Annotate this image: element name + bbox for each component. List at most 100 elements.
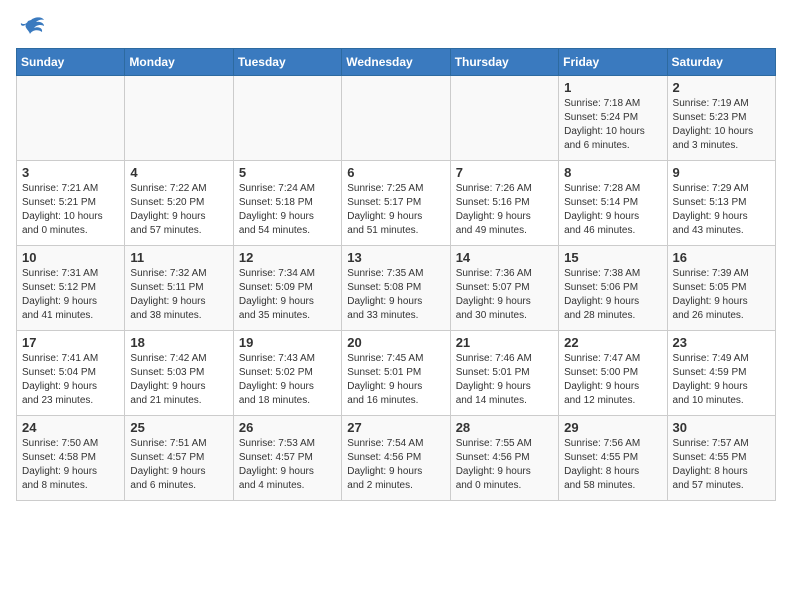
day-number: 23 — [673, 335, 770, 350]
day-info: Sunrise: 7:34 AM Sunset: 5:09 PM Dayligh… — [239, 267, 336, 323]
day-number: 12 — [239, 250, 336, 265]
calendar-cell: 13 Sunrise: 7:35 AM Sunset: 5:08 PM Dayli… — [342, 246, 450, 331]
day-info: Sunrise: 7:41 AM Sunset: 5:04 PM Dayligh… — [22, 352, 119, 408]
logo-icon — [16, 16, 46, 40]
day-number: 20 — [347, 335, 444, 350]
calendar-cell: 14 Sunrise: 7:36 AM Sunset: 5:07 PM Dayli… — [450, 246, 558, 331]
calendar-cell: 10Sunrise: 7:31 AM Sunset: 5:12 PM Dayli… — [17, 246, 125, 331]
calendar-cell: 21Sunrise: 7:46 AM Sunset: 5:01 PM Dayli… — [450, 331, 558, 416]
calendar-cell: 18 Sunrise: 7:42 AM Sunset: 5:03 PM Dayli… — [125, 331, 233, 416]
day-info: Sunrise: 7:47 AM Sunset: 5:00 PM Dayligh… — [564, 352, 661, 408]
calendar-cell: 20 Sunrise: 7:45 AM Sunset: 5:01 PM Dayli… — [342, 331, 450, 416]
calendar-cell: 19 Sunrise: 7:43 AM Sunset: 5:02 PM Dayli… — [233, 331, 341, 416]
day-info: Sunrise: 7:21 AM Sunset: 5:21 PM Dayligh… — [22, 182, 119, 238]
calendar-body: 1 Sunrise: 7:18 AM Sunset: 5:24 PM Daylig… — [17, 76, 776, 501]
calendar-header: SundayMondayTuesdayWednesdayThursdayFrid… — [17, 49, 776, 76]
day-info: Sunrise: 7:18 AM Sunset: 5:24 PM Dayligh… — [564, 97, 661, 153]
weekday-header: Monday — [125, 49, 233, 76]
day-number: 6 — [347, 165, 444, 180]
day-number: 18 — [130, 335, 227, 350]
day-number: 30 — [673, 420, 770, 435]
calendar-cell: 28 Sunrise: 7:55 AM Sunset: 4:56 PM Dayli… — [450, 416, 558, 501]
day-info: Sunrise: 7:56 AM Sunset: 4:55 PM Dayligh… — [564, 437, 661, 493]
calendar-cell: 9 Sunrise: 7:29 AM Sunset: 5:13 PM Daylig… — [667, 161, 775, 246]
day-number: 17 — [22, 335, 119, 350]
calendar-cell: 8 Sunrise: 7:28 AM Sunset: 5:14 PM Daylig… — [559, 161, 667, 246]
calendar-cell: 25 Sunrise: 7:51 AM Sunset: 4:57 PM Dayli… — [125, 416, 233, 501]
day-number: 25 — [130, 420, 227, 435]
day-info: Sunrise: 7:22 AM Sunset: 5:20 PM Dayligh… — [130, 182, 227, 238]
calendar-cell: 7 Sunrise: 7:26 AM Sunset: 5:16 PM Daylig… — [450, 161, 558, 246]
day-number: 22 — [564, 335, 661, 350]
calendar-cell — [125, 76, 233, 161]
calendar-week-row: 3 Sunrise: 7:21 AM Sunset: 5:21 PM Daylig… — [17, 161, 776, 246]
day-info: Sunrise: 7:24 AM Sunset: 5:18 PM Dayligh… — [239, 182, 336, 238]
day-info: Sunrise: 7:43 AM Sunset: 5:02 PM Dayligh… — [239, 352, 336, 408]
calendar-cell: 29 Sunrise: 7:56 AM Sunset: 4:55 PM Dayli… — [559, 416, 667, 501]
day-number: 1 — [564, 80, 661, 95]
day-number: 14 — [456, 250, 553, 265]
day-number: 3 — [22, 165, 119, 180]
day-number: 5 — [239, 165, 336, 180]
calendar-week-row: 24 Sunrise: 7:50 AM Sunset: 4:58 PM Dayli… — [17, 416, 776, 501]
day-info: Sunrise: 7:29 AM Sunset: 5:13 PM Dayligh… — [673, 182, 770, 238]
calendar-cell — [233, 76, 341, 161]
day-info: Sunrise: 7:54 AM Sunset: 4:56 PM Dayligh… — [347, 437, 444, 493]
calendar-cell: 5 Sunrise: 7:24 AM Sunset: 5:18 PM Daylig… — [233, 161, 341, 246]
day-info: Sunrise: 7:51 AM Sunset: 4:57 PM Dayligh… — [130, 437, 227, 493]
calendar-cell — [342, 76, 450, 161]
calendar-cell: 17 Sunrise: 7:41 AM Sunset: 5:04 PM Dayli… — [17, 331, 125, 416]
day-info: Sunrise: 7:50 AM Sunset: 4:58 PM Dayligh… — [22, 437, 119, 493]
day-info: Sunrise: 7:45 AM Sunset: 5:01 PM Dayligh… — [347, 352, 444, 408]
day-number: 7 — [456, 165, 553, 180]
weekday-header: Thursday — [450, 49, 558, 76]
calendar-cell: 16Sunrise: 7:39 AM Sunset: 5:05 PM Dayli… — [667, 246, 775, 331]
day-info: Sunrise: 7:28 AM Sunset: 5:14 PM Dayligh… — [564, 182, 661, 238]
calendar-cell — [17, 76, 125, 161]
day-number: 16 — [673, 250, 770, 265]
calendar-week-row: 1 Sunrise: 7:18 AM Sunset: 5:24 PM Daylig… — [17, 76, 776, 161]
day-number: 4 — [130, 165, 227, 180]
day-number: 27 — [347, 420, 444, 435]
weekday-header: Wednesday — [342, 49, 450, 76]
day-number: 13 — [347, 250, 444, 265]
day-number: 28 — [456, 420, 553, 435]
calendar-table: SundayMondayTuesdayWednesdayThursdayFrid… — [16, 48, 776, 501]
calendar-cell: 27 Sunrise: 7:54 AM Sunset: 4:56 PM Dayli… — [342, 416, 450, 501]
day-info: Sunrise: 7:19 AM Sunset: 5:23 PM Dayligh… — [673, 97, 770, 153]
page-header — [16, 16, 776, 40]
weekday-header: Saturday — [667, 49, 775, 76]
day-info: Sunrise: 7:25 AM Sunset: 5:17 PM Dayligh… — [347, 182, 444, 238]
calendar-cell: 23 Sunrise: 7:49 AM Sunset: 4:59 PM Dayli… — [667, 331, 775, 416]
calendar-cell: 2 Sunrise: 7:19 AM Sunset: 5:23 PM Daylig… — [667, 76, 775, 161]
calendar-cell: 22 Sunrise: 7:47 AM Sunset: 5:00 PM Dayli… — [559, 331, 667, 416]
calendar-cell: 26 Sunrise: 7:53 AM Sunset: 4:57 PM Dayli… — [233, 416, 341, 501]
calendar-cell: 4 Sunrise: 7:22 AM Sunset: 5:20 PM Daylig… — [125, 161, 233, 246]
calendar-cell: 15Sunrise: 7:38 AM Sunset: 5:06 PM Dayli… — [559, 246, 667, 331]
day-number: 8 — [564, 165, 661, 180]
calendar-week-row: 10Sunrise: 7:31 AM Sunset: 5:12 PM Dayli… — [17, 246, 776, 331]
day-info: Sunrise: 7:46 AM Sunset: 5:01 PM Dayligh… — [456, 352, 553, 408]
day-info: Sunrise: 7:49 AM Sunset: 4:59 PM Dayligh… — [673, 352, 770, 408]
day-info: Sunrise: 7:35 AM Sunset: 5:08 PM Dayligh… — [347, 267, 444, 323]
weekday-header: Tuesday — [233, 49, 341, 76]
day-info: Sunrise: 7:53 AM Sunset: 4:57 PM Dayligh… — [239, 437, 336, 493]
calendar-cell: 1 Sunrise: 7:18 AM Sunset: 5:24 PM Daylig… — [559, 76, 667, 161]
day-number: 15 — [564, 250, 661, 265]
calendar-week-row: 17 Sunrise: 7:41 AM Sunset: 5:04 PM Dayli… — [17, 331, 776, 416]
day-info: Sunrise: 7:42 AM Sunset: 5:03 PM Dayligh… — [130, 352, 227, 408]
day-number: 9 — [673, 165, 770, 180]
day-info: Sunrise: 7:26 AM Sunset: 5:16 PM Dayligh… — [456, 182, 553, 238]
day-info: Sunrise: 7:57 AM Sunset: 4:55 PM Dayligh… — [673, 437, 770, 493]
day-number: 29 — [564, 420, 661, 435]
day-info: Sunrise: 7:55 AM Sunset: 4:56 PM Dayligh… — [456, 437, 553, 493]
day-number: 19 — [239, 335, 336, 350]
calendar-cell: 12 Sunrise: 7:34 AM Sunset: 5:09 PM Dayli… — [233, 246, 341, 331]
day-number: 24 — [22, 420, 119, 435]
calendar-cell: 11Sunrise: 7:32 AM Sunset: 5:11 PM Dayli… — [125, 246, 233, 331]
day-info: Sunrise: 7:36 AM Sunset: 5:07 PM Dayligh… — [456, 267, 553, 323]
day-number: 26 — [239, 420, 336, 435]
day-number: 2 — [673, 80, 770, 95]
calendar-cell: 24 Sunrise: 7:50 AM Sunset: 4:58 PM Dayli… — [17, 416, 125, 501]
weekday-header: Sunday — [17, 49, 125, 76]
